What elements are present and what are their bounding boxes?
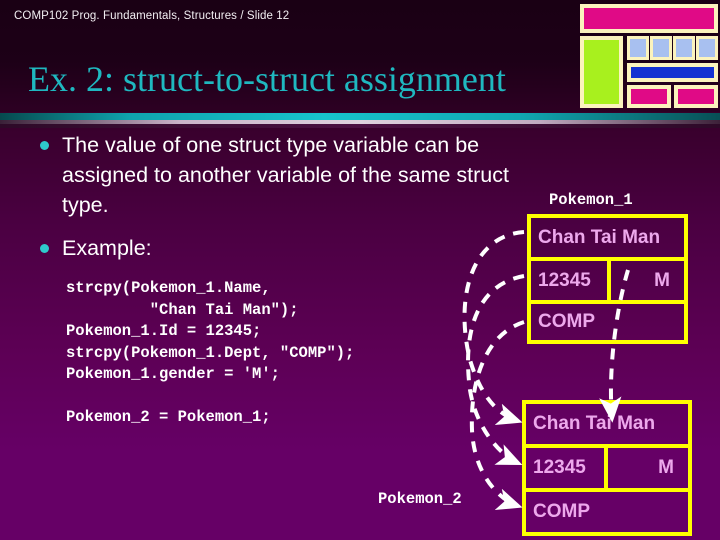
deco-magenta-block (674, 85, 718, 108)
code-block-struct-assignment: Pokemon_2 = Pokemon_1; (66, 408, 271, 426)
struct-label-pokemon-1: Pokemon_1 (549, 191, 633, 209)
struct-field-gender: M (658, 457, 674, 478)
struct-field-dept: COMP (533, 501, 590, 522)
deco-blue-square (673, 36, 695, 60)
deco-blue-square (650, 36, 672, 60)
bullet-item: The value of one struct type variable ca… (40, 130, 510, 220)
deco-blue-bar (627, 63, 718, 82)
page-title: Ex. 2: struct-to-struct assignment (28, 59, 506, 99)
bullet-item: Example: (40, 233, 340, 263)
struct-field-dept: COMP (538, 311, 595, 332)
struct-field-id: 12345 (533, 457, 586, 478)
struct-box-pokemon-2: Chan Tai Man 12345 M COMP (522, 400, 692, 536)
bullet-text: The value of one struct type variable ca… (62, 133, 509, 217)
struct-field-id: 12345 (538, 269, 591, 291)
deco-magenta-block (627, 85, 671, 108)
course-label: COMP102 Prog. Fundamentals, Structures /… (14, 10, 290, 22)
divider-dark (0, 124, 720, 128)
code-block-assignment-statements: strcpy(Pokemon_1.Name, "Chan Tai Man"); … (66, 279, 355, 383)
struct-field-gender: M (654, 269, 670, 291)
deco-blue-square (627, 36, 649, 60)
arrow-dept-to-dept (469, 320, 525, 511)
arrow-name-to-name (462, 230, 525, 426)
bullet-text: Example: (62, 236, 152, 260)
struct-field-name: Chan Tai Man (538, 226, 661, 248)
struct-label-pokemon-2: Pokemon_2 (378, 490, 462, 508)
bullet-dot-icon (40, 141, 49, 150)
divider-teal (0, 113, 720, 120)
deco-blue-square (696, 36, 718, 60)
slide-canvas: COMP102 Prog. Fundamentals, Structures /… (0, 0, 720, 540)
deco-green-block (580, 36, 623, 108)
arrow-id-to-id (466, 274, 525, 465)
deco-magenta-bar (580, 4, 718, 33)
struct-box-pokemon-1: Chan Tai Man 12345 M COMP (527, 214, 688, 344)
struct-field-name: Chan Tai Man (533, 413, 656, 434)
bullet-dot-icon (40, 244, 49, 253)
